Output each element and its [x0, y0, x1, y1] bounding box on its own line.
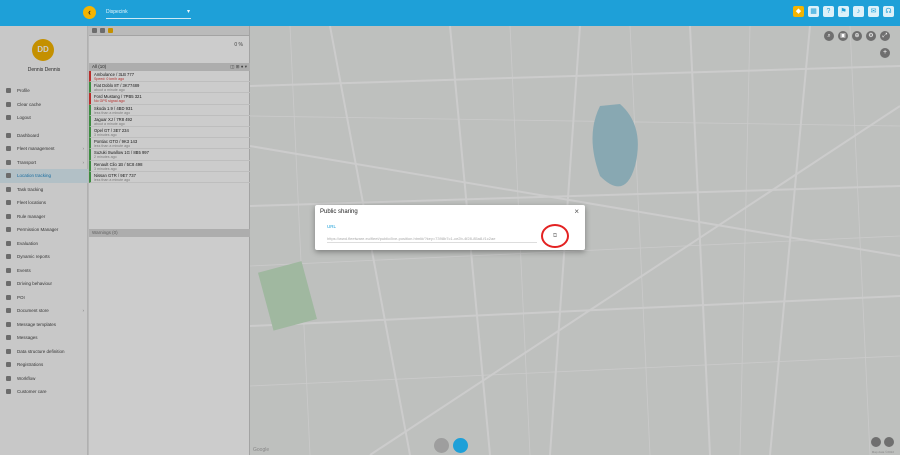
settings-icon[interactable]: ⚙: [866, 31, 876, 41]
top-bar: ‹ Dispecink ▾ ◆ ▦ ? ⚑ ♪ ✉ ☊: [0, 0, 900, 26]
message-icon[interactable]: ✉: [868, 6, 879, 17]
corner-buttons: [871, 437, 894, 447]
url-label: URL: [327, 224, 337, 229]
add-button[interactable]: +: [880, 48, 890, 58]
flag-icon[interactable]: ⚑: [838, 6, 849, 17]
url-field[interactable]: https://wwd.fleetware.eu/fleet/public/li…: [327, 236, 537, 243]
grid-icon[interactable]: ▦: [808, 6, 819, 17]
top-icons: ◆ ▦ ? ⚑ ♪ ✉ ☊: [793, 6, 894, 17]
location-icon[interactable]: [884, 437, 894, 447]
map-toolbar: ⌕ ▣ ⊕ ⚙ ⤢: [824, 31, 890, 41]
headset-icon[interactable]: ☊: [883, 6, 894, 17]
close-icon[interactable]: ×: [574, 207, 579, 216]
highlight-circle: [541, 224, 569, 248]
zoom-icon[interactable]: ⊕: [852, 31, 862, 41]
back-button[interactable]: ‹: [83, 6, 96, 19]
dispatcher-select-value: Dispecink: [106, 9, 128, 15]
google-logo: Google: [253, 447, 270, 453]
search-icon[interactable]: ⌕: [824, 31, 834, 41]
help-icon[interactable]: ?: [823, 6, 834, 17]
layers-icon[interactable]: ▣: [838, 31, 848, 41]
car-icon[interactable]: [453, 438, 468, 453]
plus-icon[interactable]: [871, 437, 881, 447]
chevron-down-icon: ▾: [186, 9, 190, 15]
fullscreen-icon[interactable]: ⤢: [880, 31, 890, 41]
bell-icon[interactable]: ♪: [853, 6, 864, 17]
building-icon[interactable]: [434, 438, 449, 453]
map-attribution: Map data ©2022: [871, 450, 894, 454]
dialog-title: Public sharing: [320, 209, 358, 215]
bottom-buttons: [434, 438, 468, 453]
dispatcher-select[interactable]: Dispecink ▾: [106, 7, 191, 19]
tag-icon[interactable]: ◆: [793, 6, 804, 17]
